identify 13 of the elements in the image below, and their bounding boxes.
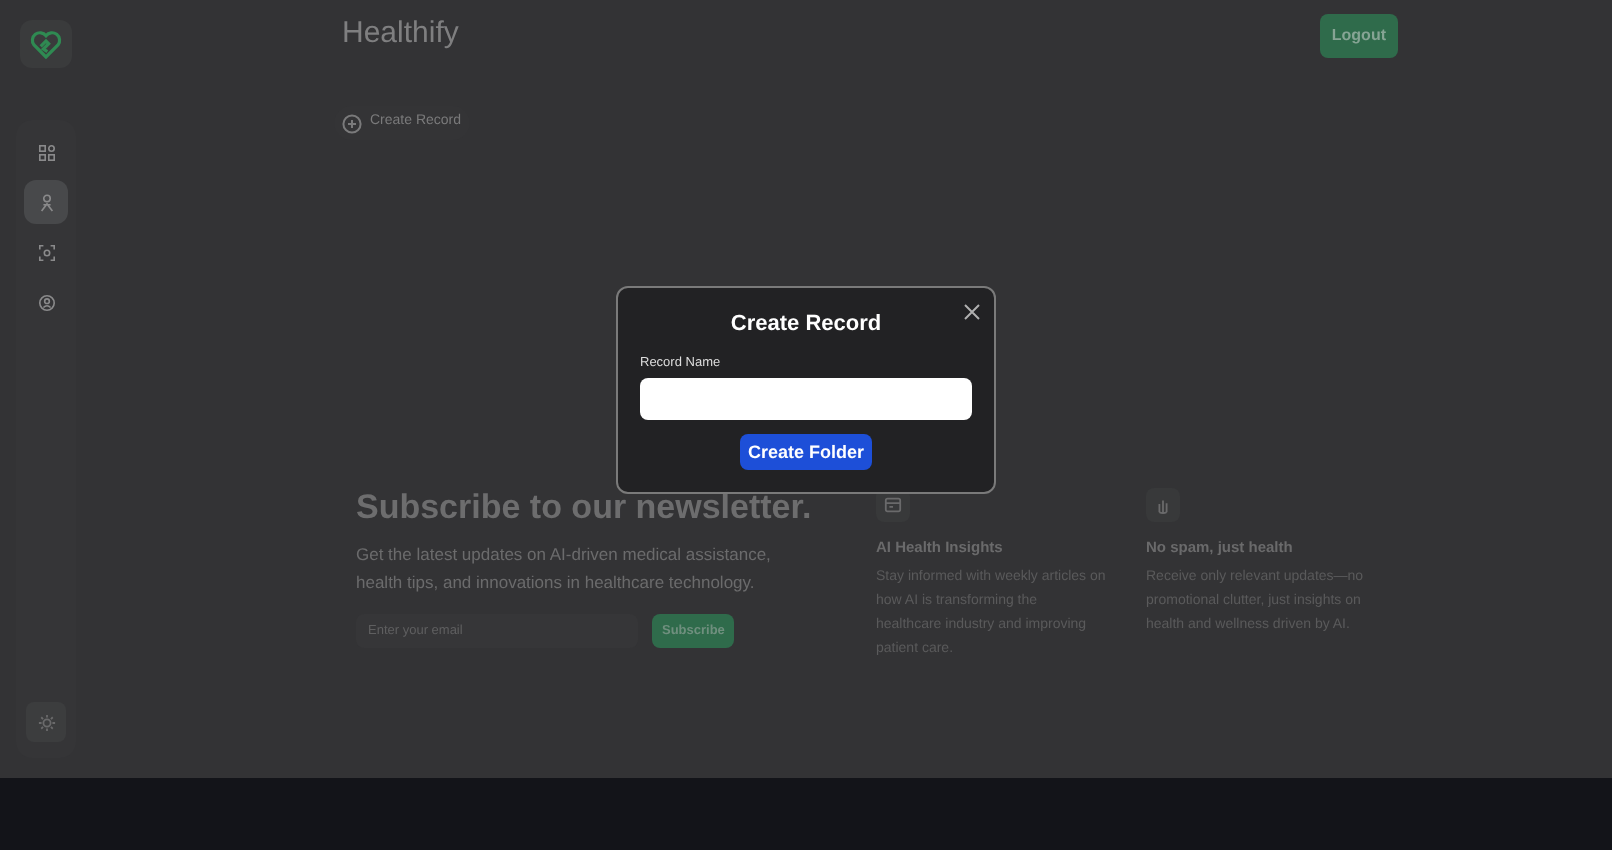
sun-icon[interactable] bbox=[26, 702, 66, 742]
app-title: Healthify bbox=[342, 13, 459, 54]
logo-icon[interactable] bbox=[20, 20, 72, 68]
modal-title: Create Record bbox=[730, 310, 882, 340]
hand-icon bbox=[1146, 488, 1180, 522]
newsletter-text: Get the latest updates on AI-driven medical assistance, health tips, and innovations in healthcare technology. bbox=[356, 542, 773, 596]
record-name-field[interactable] bbox=[640, 378, 972, 421]
close-icon[interactable] bbox=[964, 304, 980, 320]
logout-button[interactable]: Logout bbox=[1319, 14, 1398, 58]
plus-circle-icon bbox=[342, 113, 362, 133]
newsletter-heading: Subscribe to our newsletter. bbox=[356, 488, 814, 528]
create-folder-button[interactable]: Create Folder bbox=[739, 434, 873, 471]
person-icon[interactable] bbox=[24, 180, 68, 224]
